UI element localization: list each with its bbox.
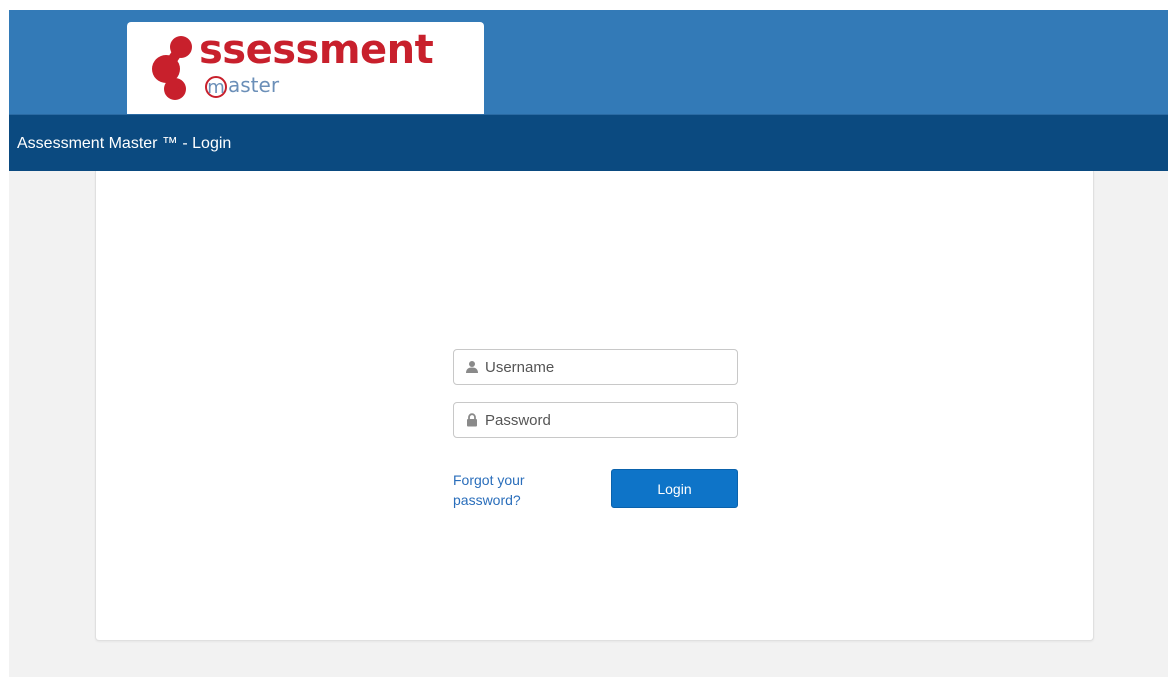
logo-mark-icon <box>152 36 192 100</box>
password-field[interactable] <box>453 402 738 438</box>
title-bar: Assessment Master ™ - Login <box>9 114 1168 171</box>
user-icon <box>466 361 478 373</box>
logo-m-circle: m <box>205 76 227 98</box>
page-title: Assessment Master ™ - Login <box>17 135 232 152</box>
login-button[interactable]: Login <box>611 469 738 508</box>
login-card: Forgot your password? Login <box>95 171 1094 641</box>
logo-wordmark: ssessment <box>199 27 434 73</box>
username-input[interactable] <box>485 350 730 384</box>
page-frame: ssessment m aster Assessment Master ™ - L… <box>9 10 1168 677</box>
lock-icon <box>467 413 477 427</box>
logo-sub-rest: aster <box>228 73 280 97</box>
password-input[interactable] <box>485 403 730 437</box>
top-banner: ssessment m aster <box>9 10 1168 114</box>
brand-logo: ssessment m aster <box>127 22 484 114</box>
logo-subtext: m aster <box>205 72 279 98</box>
forgot-password-link[interactable]: Forgot your password? <box>453 470 563 510</box>
username-field[interactable] <box>453 349 738 385</box>
